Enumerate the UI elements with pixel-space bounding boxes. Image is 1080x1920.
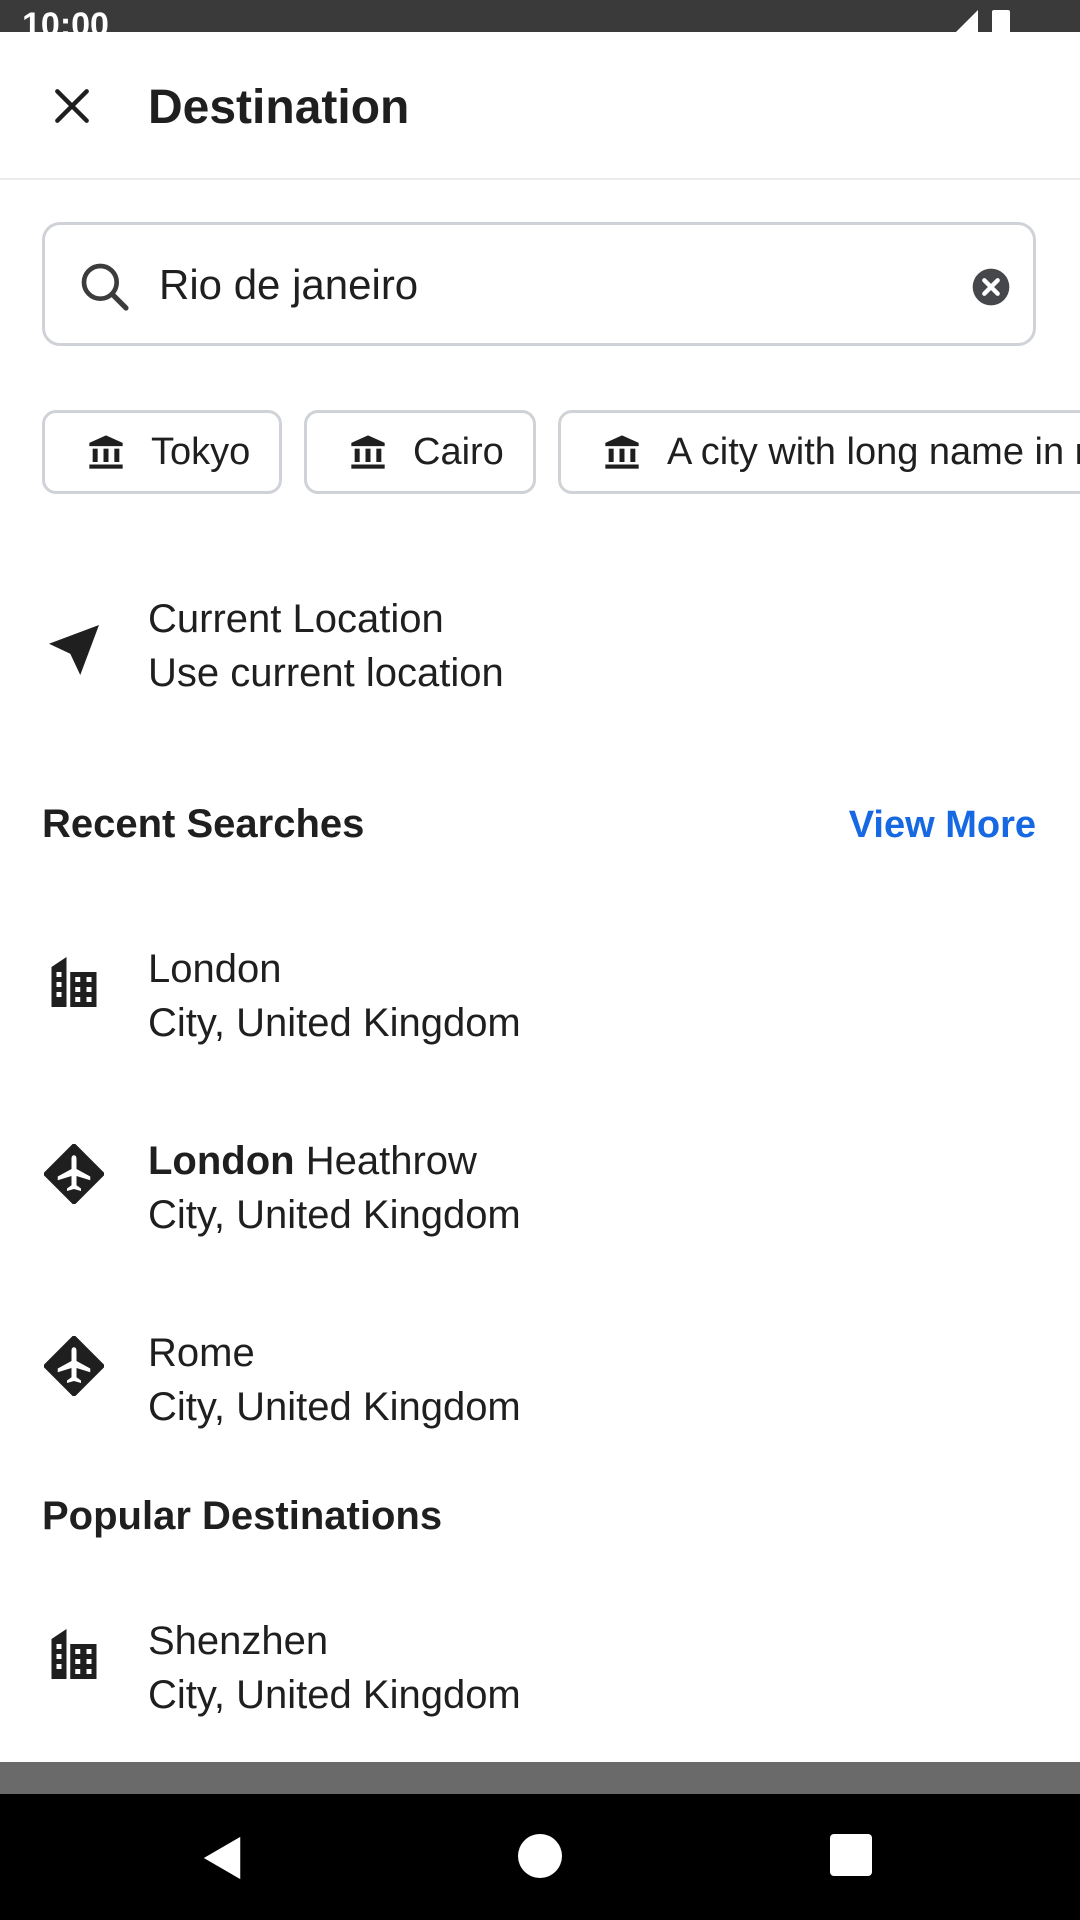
destination-sheet: Destination Tokyo <box>0 32 1080 1762</box>
navigation-arrow-icon <box>49 625 99 675</box>
recent-item-london[interactable]: London City, United Kingdom <box>0 910 1080 1050</box>
recent-item-london-heathrow[interactable]: London Heathrow City, United Kingdom <box>0 1102 1080 1242</box>
status-icons <box>956 10 1010 32</box>
recent-item-title: London <box>148 947 282 991</box>
recent-item-rome[interactable]: Rome City, United Kingdom <box>0 1294 1080 1434</box>
scrim <box>0 1762 1080 1794</box>
view-more-link[interactable]: View More <box>849 804 1036 847</box>
recent-apps-icon[interactable] <box>830 1834 872 1876</box>
recent-item-title: Rome <box>148 1331 255 1375</box>
system-nav-bar <box>0 1794 1080 1920</box>
current-location-title: Current Location <box>148 597 444 641</box>
recent-item-subtitle: City, United Kingdom <box>148 1001 521 1045</box>
recent-item-title: London Heathrow <box>148 1134 521 1188</box>
search-input[interactable] <box>159 251 919 319</box>
popular-item-title: Shenzhen <box>148 1619 329 1663</box>
chip-cairo[interactable]: Cairo <box>304 410 536 494</box>
search-box[interactable] <box>42 222 1036 346</box>
back-icon[interactable] <box>200 1834 246 1882</box>
current-location-text: Current Location Use current location <box>148 592 504 700</box>
chip-label: A city with long name in ma <box>667 430 1080 473</box>
title-rest: Heathrow <box>294 1139 477 1183</box>
recent-item-text: London City, United Kingdom <box>148 942 521 1050</box>
museum-icon <box>351 435 385 469</box>
popular-item-shenzhen[interactable]: Shenzhen City, United Kingdom <box>0 1582 1080 1722</box>
recent-searches-title: Recent Searches <box>42 802 365 846</box>
page-title: Destination <box>148 81 410 134</box>
current-location-subtitle: Use current location <box>148 651 504 695</box>
city-buildings-icon <box>51 957 97 1007</box>
chip-label: Cairo <box>413 430 504 473</box>
top-app-bar: Destination <box>0 32 1080 180</box>
museum-icon <box>89 435 123 469</box>
status-time: 10:00 <box>22 6 109 32</box>
current-location-row[interactable]: Current Location Use current location <box>0 580 1080 720</box>
chip-label: Tokyo <box>151 430 251 473</box>
popular-destinations-title: Popular Destinations <box>42 1494 443 1538</box>
signal-icon <box>956 10 978 32</box>
recent-item-text: London Heathrow City, United Kingdom <box>148 1134 521 1242</box>
home-icon[interactable] <box>518 1834 562 1878</box>
popular-item-text: Shenzhen City, United Kingdom <box>148 1614 521 1722</box>
battery-icon <box>992 10 1010 32</box>
chip-tokyo[interactable]: Tokyo <box>42 410 282 494</box>
recent-item-subtitle: City, United Kingdom <box>148 1385 521 1429</box>
recent-item-text: Rome City, United Kingdom <box>148 1326 521 1434</box>
chip-long-city[interactable]: A city with long name in ma <box>558 410 1080 494</box>
airport-icon <box>44 1336 104 1396</box>
match-highlight: London <box>148 1139 295 1183</box>
recent-item-subtitle: City, United Kingdom <box>148 1193 521 1237</box>
popular-item-subtitle: City, United Kingdom <box>148 1673 521 1717</box>
search-icon <box>81 263 129 311</box>
clear-icon[interactable] <box>971 267 1011 307</box>
city-buildings-icon <box>51 1629 97 1679</box>
museum-icon <box>605 435 639 469</box>
close-icon[interactable] <box>50 84 94 128</box>
suggestion-chips: Tokyo Cairo A city with long name in ma <box>42 410 1080 496</box>
airport-icon <box>44 1144 104 1204</box>
status-bar: 10:00 <box>0 0 1080 32</box>
